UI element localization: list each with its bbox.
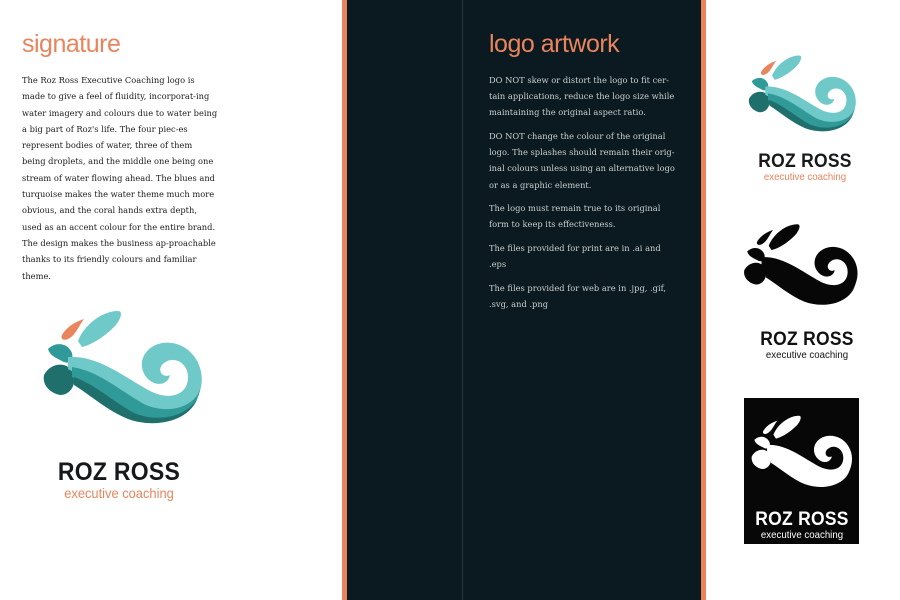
- signature-description: The Roz Ross Executive Coaching logo is …: [22, 75, 218, 281]
- brand-tagline: executive coaching: [763, 171, 847, 183]
- brand-name: ROZ ROSS: [758, 151, 852, 172]
- fold-line: [462, 0, 463, 600]
- wordmark-colour: ROZ ROSS executive coaching: [44, 458, 194, 500]
- logo-mark-white: [748, 402, 856, 498]
- brand-guide-spread: signature The Roz Ross Executive Coachin…: [0, 0, 900, 600]
- coral-edge-right: [701, 0, 706, 600]
- brand-name: ROZ ROSS: [760, 329, 854, 350]
- rule-item: The files provided for web are in .jpg, …: [489, 282, 667, 309]
- brand-tagline: executive coaching: [765, 349, 849, 361]
- wordmark-colour-small: ROZ ROSS executive coaching: [750, 152, 860, 183]
- logo-mark-colour-small: [745, 48, 860, 136]
- brand-tagline: executive coaching: [760, 529, 844, 541]
- rule-item: The logo must remain true to its origina…: [489, 203, 661, 230]
- rule-item: The files provided for print are in .ai …: [489, 243, 661, 270]
- wordmark-white: ROZ ROSS executive coaching: [749, 510, 855, 541]
- brand-name: ROZ ROSS: [57, 458, 181, 486]
- wordmark-black: ROZ ROSS executive coaching: [752, 330, 862, 361]
- brand-tagline: executive coaching: [64, 485, 174, 501]
- logo-reversed-box: ROZ ROSS executive coaching: [744, 398, 859, 544]
- signature-panel: signature The Roz Ross Executive Coachin…: [0, 0, 344, 600]
- logo-usage-rules: DO NOT skew or distort the logo to fit c…: [489, 72, 679, 320]
- rule-item: DO NOT skew or distort the logo to fit c…: [489, 75, 675, 118]
- rule-item: DO NOT change the colour of the original…: [489, 131, 675, 190]
- logo-artwork-heading: logo artwork: [489, 30, 620, 58]
- logo-mark-black: [740, 212, 862, 314]
- brand-name: ROZ ROSS: [755, 509, 849, 530]
- logo-mark-colour: [38, 305, 208, 425]
- signature-heading: signature: [22, 30, 121, 58]
